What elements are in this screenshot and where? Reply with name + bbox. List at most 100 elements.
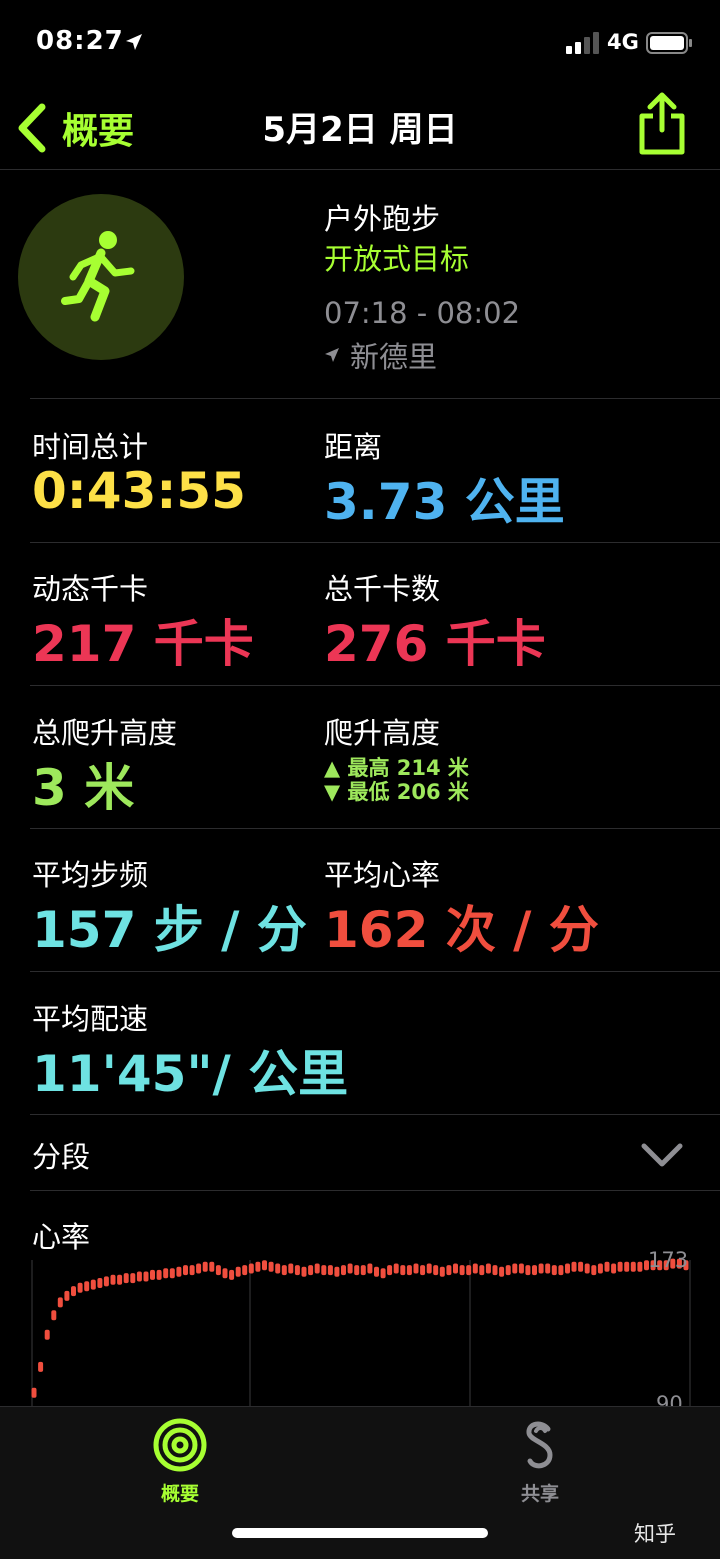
hr-point: [584, 1263, 590, 1274]
tab-overview[interactable]: 概要: [130, 1417, 230, 1506]
battery-icon: [646, 32, 692, 54]
network-type: 4G: [607, 30, 639, 54]
hr-point: [420, 1265, 426, 1276]
hr-point: [380, 1268, 386, 1279]
divider: [30, 828, 720, 829]
hr-point: [235, 1266, 241, 1277]
hr-point: [453, 1263, 458, 1274]
hr-point: [275, 1263, 281, 1274]
status-time: 08:27: [36, 26, 124, 56]
tab-sharing-label: 共享: [520, 1483, 559, 1505]
hr-point: [525, 1265, 531, 1276]
workout-location: 新德里: [324, 334, 437, 376]
total-kcal-label: 总千卡数: [324, 572, 441, 606]
hr-point: [479, 1265, 485, 1276]
divider: [30, 685, 720, 686]
hr-point: [571, 1261, 577, 1272]
divider: [30, 1114, 720, 1115]
hr-point: [130, 1273, 136, 1284]
divider: [30, 1190, 720, 1191]
hr-point: [110, 1274, 116, 1285]
hr-point: [597, 1263, 603, 1274]
hr-point: [637, 1261, 643, 1272]
total-kcal-value: 276 千卡: [324, 615, 546, 673]
location-name: 新德里: [350, 340, 438, 374]
hr-point: [492, 1265, 498, 1276]
hr-point: [262, 1260, 267, 1271]
distance-label: 距离: [324, 430, 383, 464]
hr-point: [406, 1265, 412, 1276]
avg-hr-label: 平均心率: [324, 858, 441, 892]
nav-bar: 概要 5月2日 周日: [0, 88, 720, 170]
divider: [30, 542, 720, 543]
hr-point: [202, 1261, 208, 1272]
hr-point: [446, 1265, 452, 1276]
hr-point: [565, 1263, 570, 1274]
workout-goal: 开放式目标: [324, 242, 470, 276]
avg-cadence-value: 157 步 / 分: [32, 901, 307, 959]
splits-label: 分段: [32, 1140, 91, 1174]
hr-point: [288, 1263, 294, 1274]
workout-time-range: 07:18 - 08:02: [324, 296, 521, 330]
hr-point: [209, 1261, 215, 1272]
divider: [30, 971, 720, 972]
hr-point: [294, 1265, 300, 1276]
hr-point: [426, 1263, 432, 1274]
hr-point: [558, 1265, 564, 1276]
avg-cadence-label: 平均步频: [32, 858, 149, 892]
hr-point: [248, 1263, 254, 1274]
divider: [30, 398, 720, 399]
elevation-label: 爬升高度: [324, 716, 441, 750]
hr-point: [400, 1265, 406, 1276]
hr-point: [84, 1281, 90, 1292]
hr-point: [545, 1263, 551, 1274]
sharing-icon: [526, 1421, 553, 1469]
hr-point: [551, 1265, 557, 1276]
hr-point: [367, 1263, 373, 1274]
hr-point: [512, 1263, 518, 1274]
hr-point: [242, 1265, 248, 1276]
hr-point: [143, 1271, 149, 1282]
hr-point: [393, 1263, 399, 1274]
hr-point: [31, 1387, 37, 1398]
hr-point: [518, 1263, 524, 1274]
location-arrow-icon: [325, 348, 339, 362]
workout-name: 户外跑步: [324, 202, 441, 236]
signal-strength-icon: [566, 32, 599, 54]
hr-point: [334, 1266, 340, 1277]
hr-point: [57, 1297, 63, 1308]
hr-point: [71, 1286, 76, 1297]
hr-point: [222, 1268, 228, 1279]
hr-point: [459, 1265, 465, 1276]
hr-point: [136, 1271, 142, 1282]
hr-point: [617, 1261, 623, 1272]
hr-point: [281, 1265, 287, 1276]
share-icon[interactable]: [636, 92, 688, 156]
hr-point: [169, 1268, 175, 1279]
hr-point: [196, 1263, 202, 1274]
hr-point: [630, 1261, 636, 1272]
hr-point: [90, 1279, 96, 1290]
hr-point: [314, 1263, 320, 1274]
hr-point: [591, 1265, 597, 1276]
chevron-down-icon[interactable]: [640, 1140, 684, 1170]
tab-sharing[interactable]: 共享: [490, 1417, 590, 1506]
hr-point: [163, 1268, 169, 1279]
hr-point: [77, 1282, 83, 1293]
hr-point: [215, 1265, 221, 1276]
hr-point: [387, 1265, 393, 1276]
hr-point: [44, 1329, 50, 1340]
status-bar: 08:27 4G: [0, 0, 720, 88]
hr-point: [485, 1263, 491, 1274]
hr-point: [360, 1265, 366, 1276]
total-time-value: 0:43:55: [32, 462, 246, 520]
hr-point: [176, 1266, 182, 1277]
hr-point: [97, 1278, 103, 1288]
hr-point: [301, 1266, 307, 1277]
page-title: 5月2日 周日: [262, 110, 458, 150]
hr-point: [624, 1261, 630, 1272]
hr-point: [347, 1263, 353, 1274]
hr-point: [499, 1266, 505, 1277]
hr-point: [255, 1261, 261, 1272]
total-climb-value: 3 米: [32, 759, 135, 817]
